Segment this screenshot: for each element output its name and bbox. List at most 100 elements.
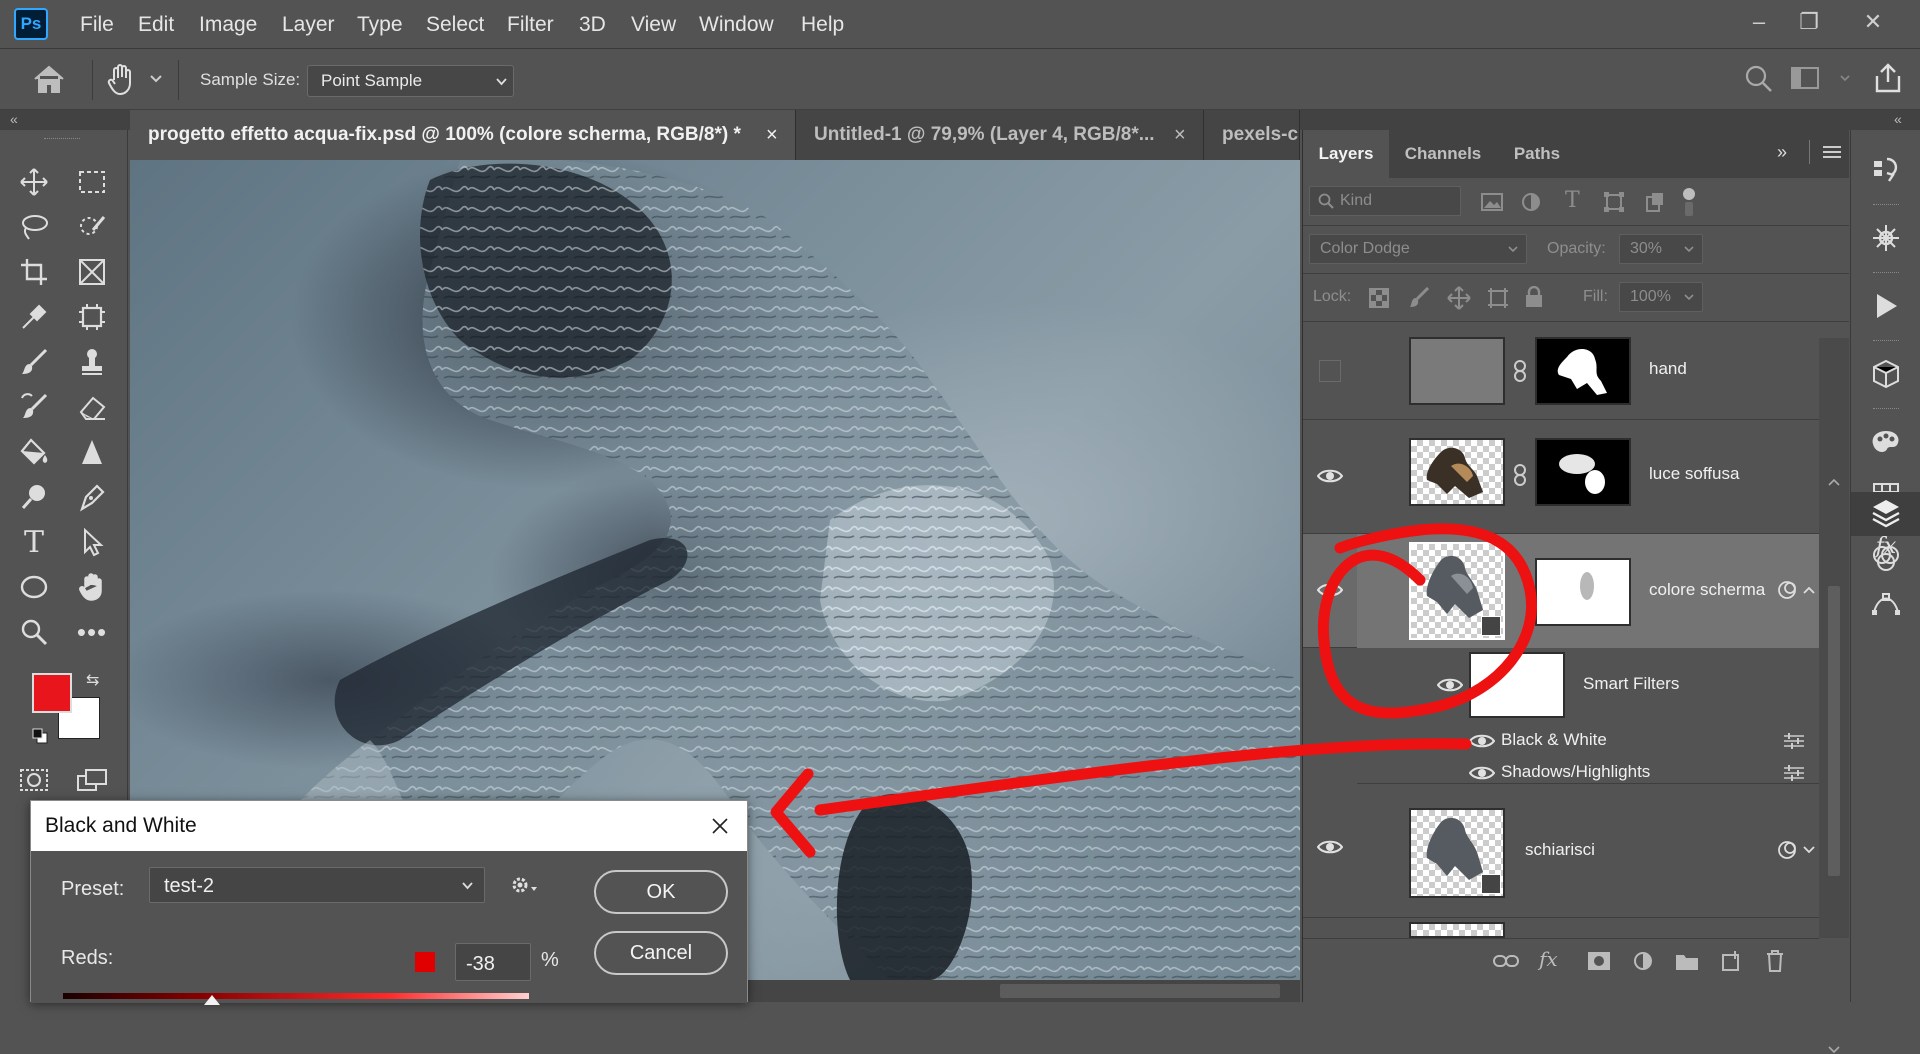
home-icon[interactable]: [32, 64, 66, 94]
filter-adjustment-icon[interactable]: [1521, 192, 1541, 212]
eyedropper-tool-icon[interactable]: [14, 297, 54, 337]
cancel-button[interactable]: Cancel: [594, 931, 728, 975]
eye-icon[interactable]: [1317, 467, 1343, 485]
sharpen-tool-icon[interactable]: [72, 432, 112, 472]
new-group-icon[interactable]: [1675, 951, 1699, 971]
layer-row[interactable]: luce soffusa: [1303, 420, 1819, 534]
swap-colors-icon[interactable]: ⇆: [86, 670, 99, 690]
menu-edit[interactable]: Edit: [138, 0, 174, 49]
hand-tool-icon[interactable]: [106, 62, 136, 96]
type-tool-icon[interactable]: T: [14, 522, 54, 562]
menu-select[interactable]: Select: [426, 0, 484, 49]
paths-icon[interactable]: [1866, 582, 1906, 622]
panel-grip[interactable]: [44, 138, 80, 141]
panel-menu-icon[interactable]: [1823, 145, 1841, 159]
channels-icon[interactable]: [1866, 538, 1906, 578]
chevron-down-icon[interactable]: [150, 75, 162, 83]
search-icon[interactable]: [1744, 64, 1774, 94]
screen-mode-icon[interactable]: [72, 760, 112, 800]
fx-icon[interactable]: fx: [1539, 947, 1558, 971]
collapse-left-icon[interactable]: «: [10, 111, 18, 127]
close-window-button[interactable]: ✕: [1850, 4, 1896, 40]
stamp-tool-icon[interactable]: [72, 342, 112, 382]
hand-tool-icon[interactable]: [72, 567, 112, 607]
share-icon[interactable]: [1872, 62, 1904, 94]
layer-name[interactable]: hand: [1649, 359, 1687, 379]
smart-filter-mask-thumbnail[interactable]: [1469, 652, 1565, 718]
foreground-color-swatch[interactable]: [32, 673, 72, 713]
tab-document-active[interactable]: progetto effetto acqua-fix.psd @ 100% (c…: [130, 110, 796, 160]
menu-filter[interactable]: Filter: [507, 0, 554, 49]
menu-view[interactable]: View: [631, 0, 676, 49]
visibility-toggle-off[interactable]: [1319, 360, 1341, 382]
default-colors-icon[interactable]: [32, 728, 48, 744]
frame-tool-icon[interactable]: [72, 252, 112, 292]
scrollbar-thumb[interactable]: [1000, 984, 1280, 998]
tab-document-untitled[interactable]: Untitled-1 @ 79,9% (Layer 4, RGB/8*... ×: [796, 110, 1204, 160]
layer-name[interactable]: schiarisci: [1525, 840, 1595, 860]
reds-value-field[interactable]: -38: [455, 943, 531, 981]
workspace-icon[interactable]: [1790, 66, 1820, 90]
dodge-tool-icon[interactable]: [14, 477, 54, 517]
layer-mask-thumbnail[interactable]: [1535, 558, 1631, 626]
eye-icon[interactable]: [1317, 581, 1343, 599]
move-tool-icon[interactable]: [14, 162, 54, 202]
pen-tool-icon[interactable]: [72, 477, 112, 517]
layers-scrollbar[interactable]: [1819, 338, 1849, 1054]
menu-window[interactable]: Window: [699, 0, 774, 49]
lasso-tool-icon[interactable]: [14, 207, 54, 247]
frame-measure-tool-icon[interactable]: [72, 297, 112, 337]
brush-settings-icon[interactable]: [1866, 218, 1906, 258]
brush-tool-icon[interactable]: [14, 342, 54, 382]
3d-icon[interactable]: [1866, 354, 1906, 394]
path-selection-tool-icon[interactable]: [72, 522, 112, 562]
smart-filters-label[interactable]: Smart Filters: [1583, 674, 1679, 694]
link-icon[interactable]: [1513, 360, 1527, 382]
tab-close-icon[interactable]: ×: [766, 110, 778, 160]
layer-name[interactable]: luce soffusa: [1649, 464, 1739, 484]
tab-close-icon[interactable]: ×: [1174, 110, 1186, 160]
filter-toggle-icon[interactable]: [1683, 188, 1695, 200]
color-palette-icon[interactable]: [1866, 422, 1906, 462]
close-icon[interactable]: [711, 817, 729, 835]
fill-field[interactable]: 100%: [1619, 282, 1703, 312]
lock-brush-icon[interactable]: [1409, 287, 1429, 309]
tab-channels[interactable]: Channels: [1389, 130, 1497, 178]
menu-layer[interactable]: Layer: [282, 0, 335, 49]
preset-select[interactable]: test-2: [149, 867, 485, 903]
layer-mask-thumbnail[interactable]: [1535, 438, 1631, 506]
eraser-tool-icon[interactable]: [72, 387, 112, 427]
scroll-up-icon[interactable]: [1828, 478, 1840, 486]
filter-options-icon[interactable]: [1783, 732, 1805, 750]
history-icon[interactable]: [1866, 150, 1906, 190]
kind-filter-select[interactable]: Kind: [1309, 186, 1461, 216]
lock-artboard-icon[interactable]: [1487, 287, 1509, 309]
menu-help[interactable]: Help: [801, 0, 844, 49]
eye-icon[interactable]: [1469, 764, 1495, 782]
blend-mode-select[interactable]: Color Dodge: [1309, 234, 1527, 264]
lock-all-icon[interactable]: [1525, 286, 1543, 308]
eye-icon[interactable]: [1469, 732, 1495, 750]
filter-type-icon[interactable]: T: [1565, 188, 1580, 213]
reds-slider-thumb[interactable]: [204, 995, 221, 1005]
layer-row[interactable]: hand: [1303, 322, 1819, 420]
eye-icon[interactable]: [1437, 676, 1463, 694]
lock-transparency-icon[interactable]: [1369, 288, 1389, 308]
panel-expand-icon[interactable]: »: [1777, 142, 1787, 163]
delete-layer-icon[interactable]: [1765, 949, 1785, 973]
smart-filter-shadows-highlights[interactable]: Shadows/Highlights: [1501, 762, 1650, 782]
filter-options-icon[interactable]: [1783, 764, 1805, 782]
ellipse-tool-icon[interactable]: [14, 567, 54, 607]
crop-tool-icon[interactable]: [14, 252, 54, 292]
tab-paths[interactable]: Paths: [1497, 130, 1577, 178]
scrollbar-thumb[interactable]: [1828, 586, 1840, 876]
sample-size-select[interactable]: Point Sample: [307, 65, 514, 97]
lock-position-icon[interactable]: [1447, 286, 1471, 310]
more-tools-icon[interactable]: •••: [72, 612, 112, 652]
reds-slider-track[interactable]: [63, 993, 529, 999]
marquee-tool-icon[interactable]: [72, 162, 112, 202]
eye-icon[interactable]: [1317, 838, 1343, 856]
zoom-tool-icon[interactable]: [14, 612, 54, 652]
link-layers-icon[interactable]: [1493, 953, 1519, 969]
layer-row[interactable]: schiarisci: [1303, 804, 1819, 918]
